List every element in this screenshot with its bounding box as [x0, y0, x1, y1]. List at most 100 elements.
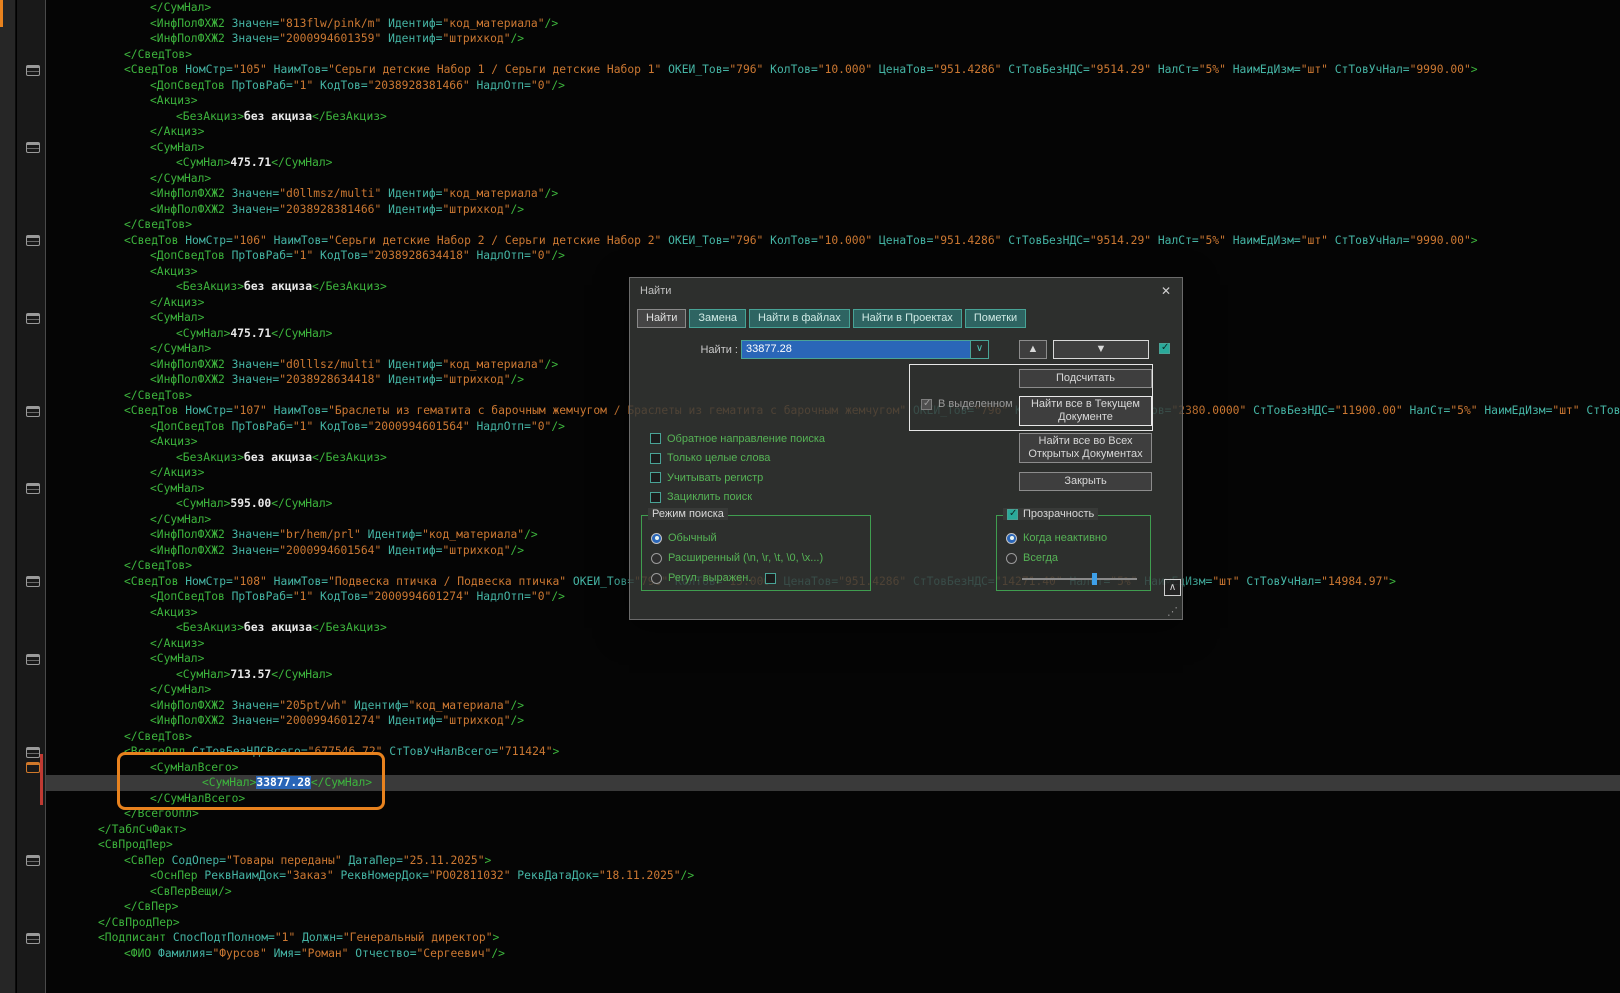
margin-marker-icon[interactable] — [26, 64, 40, 76]
code-line[interactable]: <ОснПер РеквНаимДок="Заказ" РеквНомерДок… — [46, 868, 1620, 884]
radio-button[interactable] — [1006, 552, 1017, 564]
margin-marker-icon[interactable] — [26, 576, 40, 587]
code-line[interactable]: <ИнфПолФХЖ2 Значен="d0llmsz/multi" Идент… — [46, 186, 1620, 202]
code-line[interactable]: <ИнфПолФХЖ2 Значен="205pt/wh" Идентиф="к… — [46, 698, 1620, 714]
code-line[interactable]: </СумНал> — [46, 0, 1620, 16]
checkbox[interactable] — [650, 452, 661, 464]
checkbox-option[interactable]: Зациклить поиск — [650, 488, 825, 508]
count-button[interactable]: Подсчитать — [1019, 369, 1152, 388]
find-prev-button[interactable]: ▲ — [1019, 340, 1047, 359]
margin-marker-icon[interactable] — [26, 762, 40, 773]
code-line[interactable]: <СумНал> — [46, 651, 1620, 667]
code-line[interactable]: </СумНал> — [46, 171, 1620, 187]
code-line[interactable]: <СведТов НомСтр="106" НаимТов="Серьги де… — [46, 233, 1620, 249]
dialog-tab[interactable]: Замена — [689, 309, 747, 328]
code-line[interactable]: <ИнфПолФХЖ2 Значен="2038928381466" Идент… — [46, 202, 1620, 218]
anchor-button[interactable]: ∧ — [1164, 579, 1181, 596]
code-line[interactable]: <СвПер СодОпер="Товары переданы" ДатаПер… — [46, 853, 1620, 869]
dialog-tab[interactable]: Найти в файлах — [749, 309, 850, 328]
search-input[interactable]: 33877.28 — [742, 341, 970, 358]
bookmark-margin[interactable] — [17, 0, 45, 993]
checkbox[interactable] — [650, 491, 661, 503]
code-line[interactable]: <ФИО Фамилия="Фурсов" Имя="Роман" Отчест… — [46, 946, 1620, 962]
code-line[interactable]: </Акциз> — [46, 636, 1620, 652]
code-token: "2038928634418" — [367, 249, 470, 262]
checkbox-option[interactable]: Учитывать регистр — [650, 468, 825, 488]
code-line[interactable]: </СведТов> — [46, 729, 1620, 745]
code-token: "Серьги детские Набор 1 / Серьги детские… — [328, 63, 662, 76]
code-token: "шт" — [1300, 233, 1328, 247]
combo-dropdown-button[interactable]: ∨ — [970, 341, 988, 358]
dialog-tab[interactable]: Найти — [637, 309, 687, 328]
transparency-checkbox[interactable] — [1007, 508, 1018, 520]
close-icon[interactable]: ✕ — [1158, 283, 1174, 299]
code-token: "2038928381466" — [279, 202, 382, 216]
code-line[interactable]: </ТаблСчФакт> — [46, 822, 1620, 838]
code-line[interactable]: <СвПерВещи/> — [46, 884, 1620, 900]
checkbox-option[interactable]: Только целые слова — [650, 449, 825, 469]
code-line[interactable]: <СведТов НомСтр="105" НаимТов="Серьги де… — [46, 62, 1620, 78]
top-right-checkbox[interactable] — [1159, 342, 1170, 354]
code-token: /> — [680, 869, 695, 882]
code-line[interactable]: </Акциз> — [46, 124, 1620, 140]
margin-marker-icon[interactable] — [26, 483, 40, 494]
margin-marker-icon[interactable] — [26, 312, 40, 324]
radio-button[interactable] — [651, 532, 662, 544]
checkbox[interactable] — [650, 472, 661, 484]
margin-marker-icon[interactable] — [26, 746, 40, 758]
margin-marker-icon[interactable] — [26, 405, 40, 417]
code-line[interactable]: <БезАкциз>без акциза</БезАкциз> — [46, 620, 1620, 636]
change-marker-orange — [0, 0, 3, 27]
code-token: РеквНаимДок= — [204, 869, 287, 882]
radio-option[interactable]: Когда неактивно — [1006, 528, 1107, 548]
code-line[interactable]: </СвПер> — [46, 899, 1620, 915]
code-line[interactable]: <ИнфПолФХЖ2 Значен="2000994601359" Идент… — [46, 31, 1620, 47]
margin-marker-icon[interactable] — [26, 142, 40, 153]
code-line[interactable]: <Акциз> — [46, 93, 1620, 109]
code-line[interactable]: <СумНал> — [46, 140, 1620, 156]
code-line[interactable]: <СвПродПер> — [46, 837, 1620, 853]
margin-marker-icon[interactable] — [26, 653, 40, 665]
slider-handle[interactable] — [1092, 573, 1097, 585]
code-line[interactable]: </СумНал> — [46, 682, 1620, 698]
radio-option[interactable]: Расширенный (\n, \r, \t, \0, \x...) — [651, 548, 823, 568]
resize-grip[interactable]: ⋰ — [1167, 605, 1178, 618]
find-next-button[interactable]: ▼ — [1053, 340, 1149, 359]
code-line[interactable]: </СведТов> — [46, 47, 1620, 63]
transparency-slider[interactable] — [1022, 573, 1137, 585]
radio-button[interactable] — [651, 572, 662, 584]
code-line[interactable]: </СвПродПер> — [46, 915, 1620, 931]
dot-matches-newline-checkbox[interactable] — [765, 572, 777, 584]
find-all-open-button[interactable]: Найти все во Всех Открытых Документах — [1019, 433, 1152, 463]
margin-marker-icon[interactable] — [26, 932, 40, 944]
checkbox-option[interactable]: Обратное направление поиска — [650, 429, 825, 449]
in-selection-option[interactable]: В выделенном — [921, 398, 1013, 410]
code-line[interactable]: <ДопСведТов ПрТовРаб="1" КодТов="2038928… — [46, 78, 1620, 94]
margin-marker-icon[interactable] — [26, 235, 40, 246]
radio-button[interactable] — [1006, 532, 1017, 544]
find-all-current-button[interactable]: Найти все в Текущем Документе — [1019, 396, 1152, 426]
checkbox[interactable] — [650, 433, 661, 445]
close-button[interactable]: Закрыть — [1019, 472, 1152, 491]
code-token: > — [492, 931, 500, 944]
code-line[interactable]: <СумНал>475.71</СумНал> — [46, 155, 1620, 171]
radio-option[interactable]: Обычный — [651, 528, 823, 548]
code-line[interactable]: </СведТов> — [46, 217, 1620, 233]
code-line[interactable]: <БезАкциз>без акциза</БезАкциз> — [46, 109, 1620, 125]
code-line[interactable]: <ДопСведТов ПрТовРаб="1" КодТов="2038928… — [46, 248, 1620, 264]
in-selection-checkbox[interactable] — [921, 398, 932, 410]
dialog-tab[interactable]: Найти в Проектах — [852, 309, 962, 328]
radio-option[interactable]: Всегда — [1006, 548, 1107, 568]
code-line[interactable]: <ИнфПолФХЖ2 Значен="813flw/pink/m" Идент… — [46, 16, 1620, 32]
dialog-tab[interactable]: Пометки — [964, 309, 1027, 328]
margin-marker-icon[interactable] — [26, 855, 40, 866]
code-line[interactable]: <Подписант СпосПодтПолном="1" Должн="Ген… — [46, 930, 1620, 946]
radio-button[interactable] — [651, 552, 662, 564]
search-combobox[interactable]: 33877.28 ∨ — [741, 340, 989, 359]
code-token: Идентиф= — [381, 373, 443, 386]
radio-option[interactable]: Регул. выражен. — [651, 568, 823, 588]
code-token: "код_материала" — [422, 528, 525, 541]
code-token: "107" — [232, 404, 267, 417]
code-line[interactable]: <ИнфПолФХЖ2 Значен="2000994601274" Идент… — [46, 713, 1620, 729]
code-line[interactable]: <СумНал>713.57</СумНал> — [46, 667, 1620, 683]
